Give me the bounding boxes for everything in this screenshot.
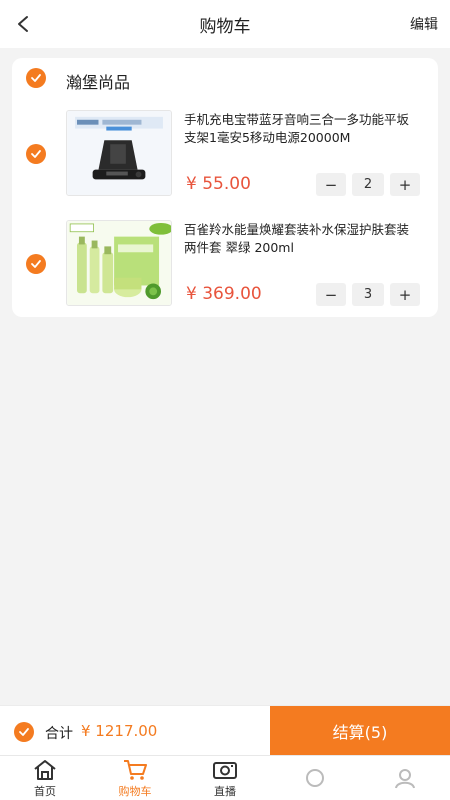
shop-cart-card: 瀚堡尚品 手机充电宝带蓝牙音响三合一多功能平坂支架1毫安5移动电源20000M … [12, 58, 438, 317]
quantity-input[interactable]: 2 [352, 173, 384, 196]
checkmark-icon [19, 728, 29, 736]
partially-hidden-icon [306, 769, 324, 787]
shop-header: 瀚堡尚品 [12, 58, 438, 98]
partially-hidden-icon [395, 769, 415, 789]
checkout-button[interactable]: 结算(5) [270, 706, 450, 756]
product-image-phone-stand[interactable] [66, 110, 172, 196]
cart-item: 百雀羚水能量焕耀套装补水保湿护肤套装 两件套 翠绿 200ml ¥ 369.00… [12, 220, 438, 316]
top-navigation-bar: 购物车 编辑 [0, 0, 450, 48]
skincare-set-image [67, 221, 171, 305]
increase-quantity-button[interactable]: + [390, 173, 420, 196]
tab-label: 购物车 [118, 785, 152, 798]
quantity-stepper: − 2 + [316, 173, 420, 196]
shop-select-checkbox[interactable] [26, 68, 46, 88]
tab-cart[interactable]: 购物车 [90, 756, 180, 800]
increase-quantity-button[interactable]: + [390, 283, 420, 306]
decrease-quantity-button[interactable]: − [316, 173, 346, 196]
bottom-tab-bar: 首页 购物车 直播 [0, 755, 450, 800]
select-all-checkbox[interactable] [14, 722, 34, 742]
tab-4[interactable] [270, 756, 360, 800]
quantity-stepper: − 3 + [316, 283, 420, 306]
total-amount: ¥ 1217.00 [81, 722, 158, 740]
cart-item: 手机充电宝带蓝牙音响三合一多功能平坂支架1毫安5移动电源20000M ¥ 55.… [12, 110, 438, 206]
back-button[interactable] [10, 10, 36, 38]
product-title[interactable]: 手机充电宝带蓝牙音响三合一多功能平坂支架1毫安5移动电源20000M [184, 111, 420, 147]
checkout-bar: 合计 ¥ 1217.00 结算(5) [0, 705, 450, 756]
checkmark-icon [31, 260, 41, 268]
checkmark-icon [31, 74, 41, 82]
edit-button[interactable]: 编辑 [410, 14, 438, 34]
tab-live[interactable]: 直播 [180, 756, 270, 800]
decrease-quantity-button[interactable]: − [316, 283, 346, 306]
product-image-skincare-set[interactable] [66, 220, 172, 306]
tab-label: 首页 [34, 785, 56, 798]
page-title: 购物车 [199, 16, 251, 37]
product-price: ¥ 369.00 [186, 284, 262, 304]
live-icon [213, 762, 237, 779]
cart-icon [124, 760, 147, 780]
tab-home[interactable]: 首页 [0, 756, 90, 800]
quantity-input[interactable]: 3 [352, 283, 384, 306]
item-select-checkbox[interactable] [26, 144, 46, 164]
chevron-left-icon [18, 16, 28, 32]
home-icon [34, 760, 56, 780]
item-select-checkbox[interactable] [26, 254, 46, 274]
total-label: 合计 [45, 726, 73, 742]
phone-stand-image [67, 111, 171, 195]
product-title[interactable]: 百雀羚水能量焕耀套装补水保湿护肤套装 两件套 翠绿 200ml [184, 221, 420, 257]
checkmark-icon [31, 150, 41, 158]
tab-label: 直播 [214, 785, 236, 798]
shop-name[interactable]: 瀚堡尚品 [66, 69, 130, 93]
product-price: ¥ 55.00 [186, 174, 251, 194]
tab-5[interactable] [360, 756, 450, 800]
